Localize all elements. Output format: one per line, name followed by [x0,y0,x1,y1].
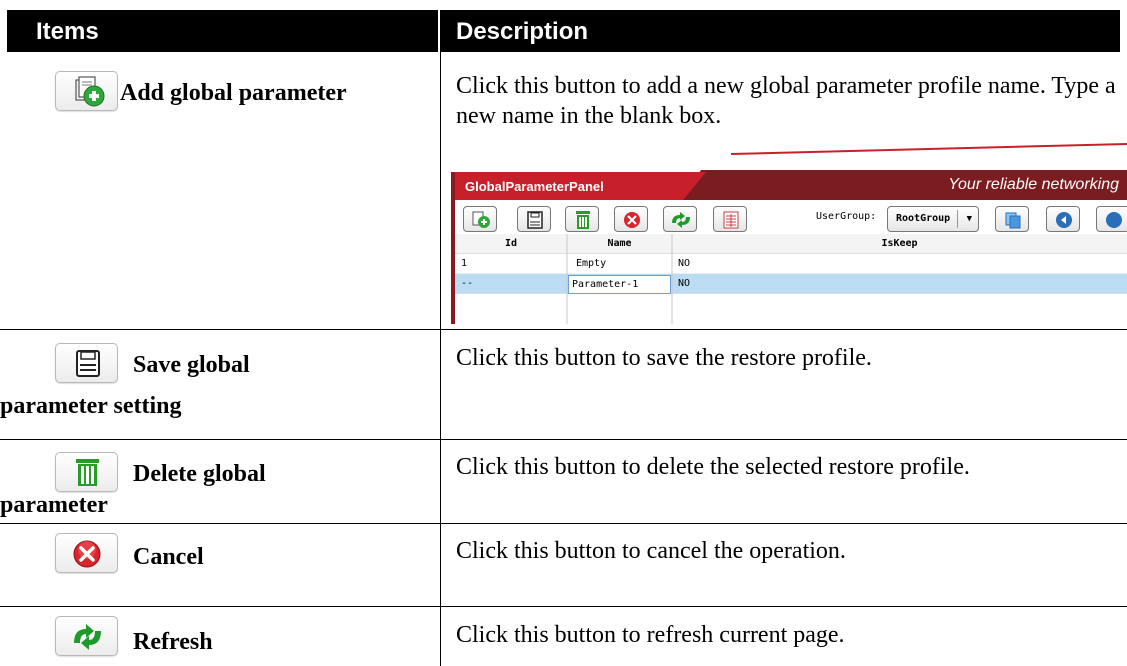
panel-refresh-button[interactable] [663,206,697,232]
row-2-iskeep: NO [678,278,691,289]
refresh-label: Refresh [133,629,213,655]
save-parameter-label: Save global [133,352,250,378]
panel-next-button[interactable] [1096,206,1127,232]
column-divider [440,52,441,666]
save-parameter-button[interactable] [55,343,118,383]
panel-chrome [451,143,1127,324]
usergroup-select[interactable]: RootGroup ▼ [887,206,979,232]
panel-save-button[interactable] [517,206,551,232]
save-parameter-description: Click this button to save the restore pr… [456,345,872,371]
table-view-icon [723,211,739,229]
usergroup-value: RootGroup [896,213,951,224]
header-items: Items [36,18,99,45]
add-parameter-icon [472,211,490,228]
parameter-name-input[interactable]: Parameter-1 [568,275,671,294]
row-1-id: 1 [461,258,468,269]
row-divider [0,439,1127,440]
select-divider [957,210,958,228]
cancel-x-icon [624,212,640,228]
panel-add-button[interactable] [463,206,497,232]
row-divider [0,523,1127,524]
cancel-label: Cancel [133,544,204,570]
globe-back-icon [1056,212,1072,228]
panel-table-button[interactable] [713,206,747,232]
panel-previous-button[interactable] [1046,206,1080,232]
save-disk-icon [76,350,100,377]
header-edge-right [1120,10,1127,52]
add-parameter-button[interactable] [55,71,118,111]
add-parameter-description: Click this button to add a new global pa… [456,73,1116,129]
panel-screenshot: GlobalParameterPanel Your reliable netwo… [451,142,1127,324]
delete-parameter-description: Click this button to delete the selected… [456,454,970,480]
trash-can-icon [76,459,99,486]
panel-copy-button[interactable] [995,206,1029,232]
delete-parameter-button[interactable] [55,452,118,492]
add-parameter-icon [75,76,105,107]
cancel-description: Click this button to cancel the operatio… [456,538,846,564]
row-2-id: -- [461,278,474,289]
cancel-button[interactable] [55,533,118,573]
row-divider [0,606,1127,607]
column-header-id: Id [504,238,518,249]
cancel-x-icon [73,540,101,568]
save-disk-icon [527,211,543,229]
refresh-arrows-icon [672,212,690,228]
table-header: Items Description [0,10,1127,52]
refresh-arrows-icon [74,624,101,650]
header-separator [438,10,440,52]
refresh-button[interactable] [55,616,118,656]
trash-can-icon [576,211,590,229]
column-header-name: Name [607,238,632,249]
chevron-down-icon: ▼ [966,214,972,224]
add-parameter-label: Add global parameter [120,80,347,106]
refresh-description: Click this button to refresh current pag… [456,622,845,648]
row-divider [0,329,1127,330]
column-header-iskeep: IsKeep [881,238,918,249]
copy-pages-icon [1005,212,1021,229]
usergroup-label: UserGroup: [816,211,877,222]
panel-title: GlobalParameterPanel [465,179,604,194]
save-parameter-label-line2: parameter setting [0,393,182,419]
parameter-items-table: Items Description Add global parameter C… [0,0,1127,666]
header-edge-left [0,10,7,52]
row-1-iskeep: NO [678,258,691,269]
delete-parameter-label-line2: parameter [0,492,108,518]
header-description: Description [456,18,589,45]
row-1-name: Empty [576,258,607,269]
panel-delete-button[interactable] [565,206,599,232]
panel-tagline: Your reliable networking [948,176,1119,193]
panel-cancel-button[interactable] [614,206,648,232]
globe-forward-icon [1106,212,1122,228]
delete-parameter-label: Delete global [133,461,266,487]
